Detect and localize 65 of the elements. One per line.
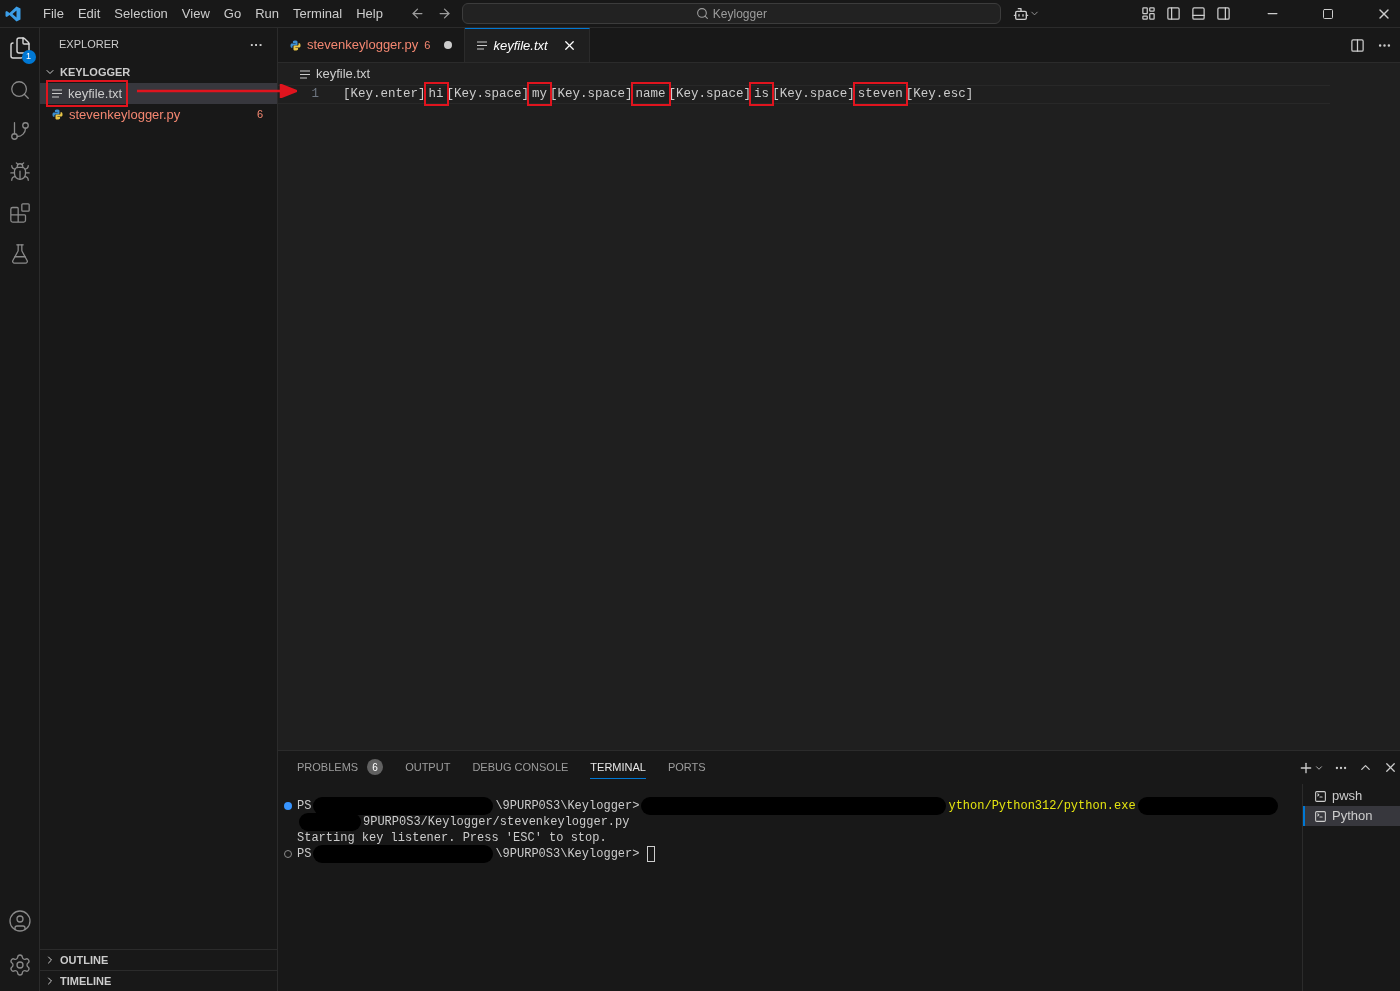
menu-item[interactable]: Edit — [70, 3, 108, 24]
terminal-text: \9PURP0S3\Keylogger> — [495, 798, 640, 814]
layout-icon[interactable] — [1141, 6, 1156, 21]
panel-toggle-icon[interactable] — [1191, 6, 1206, 21]
menu-item[interactable]: Terminal — [286, 3, 350, 24]
run-debug-icon[interactable] — [8, 161, 31, 183]
notification-badge: 1 — [21, 50, 36, 64]
tab-label: keyfile.txt — [493, 36, 548, 55]
more-actions-button[interactable]: ··· — [250, 34, 263, 55]
terminal-text: 9PURP0S3/Keylogger/stevenkeylogger.py — [363, 814, 630, 830]
menu-item[interactable]: Help — [349, 3, 390, 24]
menu-item[interactable]: File — [36, 3, 71, 24]
close-icon[interactable] — [1383, 760, 1398, 775]
terminal-icon — [1314, 789, 1327, 803]
terminal-text: Starting key listener. Press 'ESC' to stop. — [297, 830, 607, 846]
menu-item[interactable]: Run — [248, 3, 286, 24]
panel-tab[interactable]: TERMINAL — [590, 756, 646, 779]
terminal-icon — [1314, 809, 1327, 823]
breadcrumb-item[interactable]: keyfile.txt — [316, 64, 371, 84]
problem-count: 6 — [424, 37, 431, 53]
forward-arrow-icon[interactable] — [436, 6, 452, 21]
account-icon[interactable] — [7, 909, 32, 933]
section-header[interactable]: TIMELINE — [40, 970, 277, 991]
secondary-sidebar-toggle-icon[interactable] — [1216, 6, 1231, 21]
code-line: [Key.enter] hi [Key.space] my [Key.space] name [Key.space] is [Key.space] steven [Key.esc] — [343, 85, 974, 104]
count-badge: 6 — [367, 759, 384, 775]
settings-icon[interactable] — [7, 953, 32, 977]
copilot-icon[interactable] — [1012, 5, 1029, 22]
terminal-text: PS — [297, 798, 312, 814]
maximize-icon[interactable] — [1322, 7, 1334, 20]
search-icon[interactable] — [8, 79, 31, 101]
search-icon — [695, 7, 709, 20]
split-editor-icon[interactable] — [1350, 37, 1365, 53]
python-file-icon — [52, 109, 63, 120]
terminal-list-item[interactable]: pwsh — [1303, 786, 1400, 806]
lines-icon — [52, 89, 62, 98]
extensions-icon[interactable] — [8, 202, 31, 224]
lines-icon — [300, 69, 310, 79]
sidebar-toggle-icon[interactable] — [1166, 6, 1181, 21]
app-logo-icon — [5, 5, 21, 22]
tab-label: stevenkeylogger.py — [307, 36, 419, 55]
terminal-cursor — [647, 846, 656, 862]
panel-tab[interactable]: PROBLEMS 6 — [297, 756, 384, 779]
file-tree-item[interactable]: keyfile.txt — [40, 83, 277, 104]
terminal-text: \9PURP0S3\Keylogger> — [495, 846, 640, 862]
editor-tab[interactable]: keyfile.txt — [465, 28, 590, 62]
line-number: 1 — [310, 86, 319, 104]
lines-icon — [477, 41, 488, 50]
section-header[interactable]: OUTLINE — [40, 949, 277, 970]
menu-item[interactable]: Selection — [107, 3, 175, 24]
terminal-list-item[interactable]: Python — [1303, 806, 1400, 826]
terminal-text: PS — [297, 846, 312, 862]
menu-item[interactable]: View — [174, 3, 217, 24]
source-control-icon[interactable] — [8, 120, 31, 142]
file-tree-item[interactable]: stevenkeylogger.py 6 — [40, 104, 277, 125]
sidebar-title: EXPLORER — [59, 37, 119, 53]
back-arrow-icon[interactable] — [409, 6, 425, 21]
panel-tab[interactable]: PORTS — [667, 756, 706, 779]
python-file-icon — [290, 39, 301, 51]
folder-header[interactable]: KEYLOGGER — [40, 61, 277, 83]
panel-tab[interactable]: OUTPUT — [405, 756, 451, 779]
menu-item[interactable]: Go — [216, 3, 249, 24]
terminal-text: ython/Python312/python.exe — [948, 798, 1136, 814]
panel-tab[interactable]: DEBUG CONSOLE — [472, 756, 569, 779]
command-center-search-field[interactable]: Keylogger — [461, 3, 1001, 24]
